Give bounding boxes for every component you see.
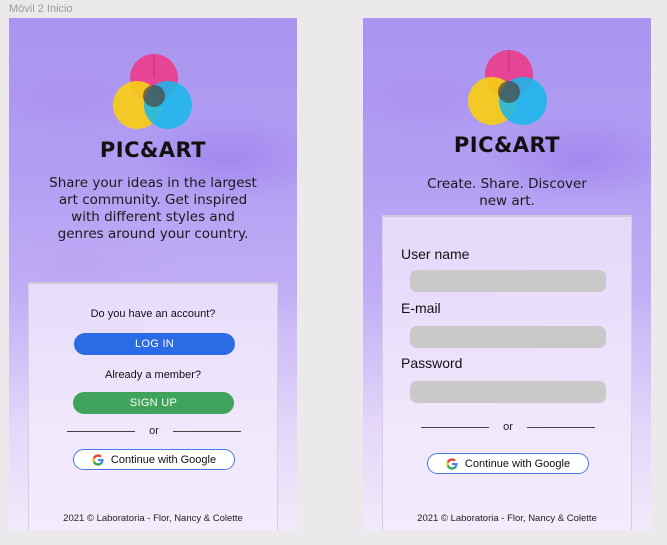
signup-button[interactable]: SIGN UP <box>73 392 234 414</box>
member-question: Already a member? <box>105 369 201 381</box>
login-button[interactable]: LOG IN <box>74 333 235 355</box>
google-signin-button[interactable]: Continue with Google <box>73 449 235 470</box>
account-question: Do you have an account? <box>90 308 216 320</box>
brand-title: PIC&ART <box>99 138 207 162</box>
signup-screen: PIC&ART Create. Share. Discover new art.… <box>363 18 651 530</box>
divider-right <box>527 427 595 428</box>
divider-left <box>67 431 135 432</box>
frame-label: Móvil 2 Inicio <box>9 3 73 15</box>
divider-left <box>421 427 489 428</box>
email-input[interactable] <box>410 326 606 348</box>
google-button-label: Continue with Google <box>110 453 217 466</box>
welcome-screen: PIC&ART Share your ideas in the largest … <box>9 18 297 530</box>
login-panel: Do you have an account? LOG IN Already a… <box>28 282 278 530</box>
tagline: Share your ideas in the largest art comm… <box>49 175 257 242</box>
footer-credits: 2021 © Laboratoria - Flor, Nancy & Colet… <box>417 513 597 524</box>
password-label: Password <box>401 355 463 371</box>
google-icon <box>92 453 104 466</box>
username-input[interactable] <box>410 270 606 292</box>
logo-icon <box>110 54 194 134</box>
logo-icon <box>465 50 549 130</box>
or-label: or <box>503 421 513 433</box>
google-button-label: Continue with Google <box>464 457 571 470</box>
google-icon <box>446 457 458 470</box>
brand-title: PIC&ART <box>453 133 561 157</box>
or-label: or <box>149 425 159 437</box>
username-label: User name <box>401 246 470 262</box>
email-label: E-mail <box>401 300 441 316</box>
signup-form-panel: User name E-mail Password or Continue wi… <box>382 215 632 530</box>
password-input[interactable] <box>410 381 606 403</box>
divider-right <box>173 431 241 432</box>
footer-credits: 2021 © Laboratoria - Flor, Nancy & Colet… <box>63 513 243 524</box>
tagline: Create. Share. Discover new art. <box>427 176 587 209</box>
google-signin-button[interactable]: Continue with Google <box>427 453 589 474</box>
